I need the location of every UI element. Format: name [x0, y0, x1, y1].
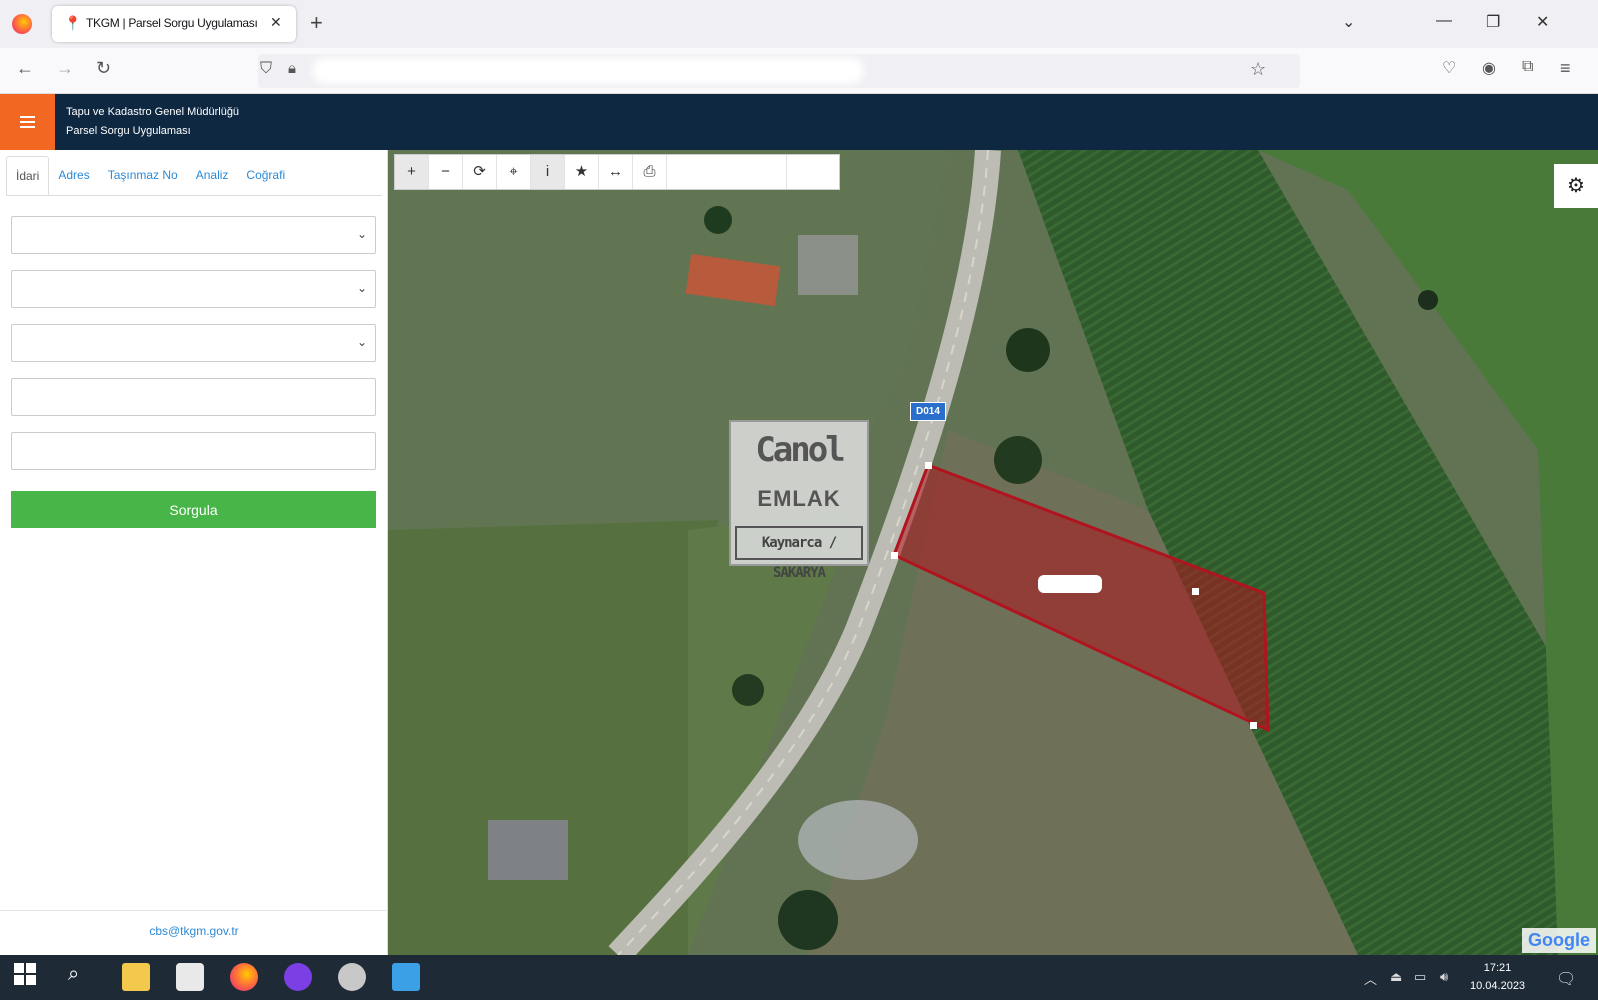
chevron-down-icon: ⌄	[356, 281, 367, 295]
app-taskbar-icon[interactable]	[284, 963, 312, 991]
notification-icon[interactable]: 🗨︎	[1556, 969, 1576, 989]
store-icon[interactable]	[176, 963, 204, 991]
watermark-logo: Canol EMLAK Kaynarca / SAKARYA	[729, 420, 869, 581]
search-icon[interactable]: ⌕	[68, 963, 96, 991]
reload-icon[interactable]: ↻	[96, 58, 111, 79]
firefox-logo-icon[interactable]	[12, 14, 32, 34]
map-pin-icon: 📍	[64, 15, 82, 31]
extensions-icon[interactable]: ⧉	[1522, 58, 1533, 76]
restore-icon[interactable]: ❐	[1486, 12, 1500, 32]
info-icon[interactable]: i	[531, 155, 565, 189]
url-redacted	[318, 64, 858, 78]
url-bar[interactable]: ⛉ 🔒︎ ☆	[258, 54, 1300, 88]
shield-icon[interactable]: ⛉	[260, 60, 272, 78]
settings-gear-icon[interactable]: ⚙	[1554, 164, 1598, 208]
coordinate-field[interactable]	[667, 155, 787, 189]
hamburger-menu-button[interactable]	[0, 94, 55, 150]
firefox-taskbar-icon[interactable]	[230, 963, 258, 991]
chevron-down-icon: ⌄	[356, 227, 367, 241]
bookmark-star-icon[interactable]: ☆	[1250, 59, 1266, 80]
province-select[interactable]: ⌄	[11, 216, 376, 254]
query-sidebar: İdari Adres Taşınmaz No Analiz Coğrafi ⌄…	[0, 150, 388, 955]
tab-close-button[interactable]: ✕	[270, 14, 282, 31]
minimize-icon[interactable]: —	[1436, 12, 1452, 30]
tabs-divider	[6, 195, 382, 196]
print-icon[interactable]: ⎙	[633, 155, 667, 189]
tab-cografi[interactable]: Coğrafi	[237, 156, 294, 196]
browser-tab[interactable]: 📍 TKGM | Parsel Sorgu Uygulaması ✕	[52, 6, 296, 42]
map-toolbar: + − ⟳ ⌖ i ★ ↔ ⎙	[394, 154, 840, 190]
browser-nav-bar: ← → ↻ ⛉ 🔒︎ ☆ ♡ ◉ ⧉ ≡	[0, 48, 1598, 94]
district-select[interactable]: ⌄	[11, 270, 376, 308]
window-taskbar-icon[interactable]	[392, 963, 420, 991]
close-window-icon[interactable]: ✕	[1536, 12, 1549, 32]
globe-taskbar-icon[interactable]	[338, 963, 366, 991]
app-title-line1: Tapu ve Kadastro Genel Müdürlüğü	[66, 106, 240, 118]
tab-adres[interactable]: Adres	[49, 156, 98, 196]
google-logo-text: Google	[1528, 930, 1590, 950]
parcel-no-input[interactable]	[11, 432, 376, 470]
watermark-place-text: Kaynarca / SAKARYA	[735, 526, 863, 581]
app-header: Tapu ve Kadastro Genel Müdürlüğü Parsel …	[0, 94, 1598, 150]
network-icon[interactable]: ▭	[1414, 969, 1426, 985]
satellite-map[interactable]: + − ⟳ ⌖ i ★ ↔ ⎙ ⚙ D014 Canol EMLAK Kayna…	[388, 150, 1598, 955]
satellite-imagery	[388, 150, 1598, 955]
footer-divider	[0, 910, 388, 911]
forward-icon[interactable]: →	[56, 58, 74, 79]
windows-taskbar: ⌕ ︿ ⏏ ▭ 🔊︎ 17:21 10.04.2023 🗨︎	[0, 955, 1598, 1000]
taskbar-clock[interactable]: 17:21 10.04.2023	[1470, 959, 1525, 995]
clock-date: 10.04.2023	[1470, 980, 1526, 992]
app-title: Tapu ve Kadastro Genel Müdürlüğü Parsel …	[66, 103, 239, 141]
app-title-line2: Parsel Sorgu Uygulaması	[66, 125, 191, 137]
watermark-logo-text: Canol	[755, 430, 845, 470]
query-button[interactable]: Sorgula	[11, 491, 376, 528]
browser-tab-strip: 📍 TKGM | Parsel Sorgu Uygulaması ✕ + ⌄ —…	[0, 0, 1598, 48]
tray-chevron-icon[interactable]: ︿	[1364, 969, 1377, 988]
tab-title: TKGM | Parsel Sorgu Uygulaması	[86, 16, 258, 30]
block-no-input[interactable]	[11, 378, 376, 416]
windows-start-icon[interactable]	[14, 963, 42, 991]
chevron-down-icon: ⌄	[356, 335, 367, 349]
zoom-in-icon[interactable]: +	[395, 155, 429, 189]
tab-idari[interactable]: İdari	[6, 156, 50, 196]
lock-icon[interactable]: 🔒︎	[288, 60, 296, 77]
tab-list-chevron-icon[interactable]: ⌄	[1342, 12, 1355, 32]
clock-time: 17:21	[1483, 962, 1512, 974]
measure-icon[interactable]: ↔	[599, 155, 633, 189]
file-explorer-icon[interactable]	[122, 963, 150, 991]
google-attribution: Google	[1522, 928, 1596, 953]
usb-icon[interactable]: ⏏	[1390, 969, 1402, 985]
new-tab-button[interactable]: +	[310, 10, 323, 36]
locate-icon[interactable]: ⌖	[497, 155, 531, 189]
query-tabs: İdari Adres Taşınmaz No Analiz Coğrafi	[6, 156, 294, 196]
contact-email-link[interactable]: cbs@tkgm.gov.tr	[0, 924, 388, 938]
account-icon[interactable]: ◉	[1482, 58, 1496, 78]
tab-tasinmaz-no[interactable]: Taşınmaz No	[99, 156, 187, 196]
menu-icon[interactable]: ≡	[1560, 58, 1571, 79]
neighborhood-select[interactable]: ⌄	[11, 324, 376, 362]
refresh-icon[interactable]: ⟳	[463, 155, 497, 189]
back-icon[interactable]: ←	[16, 58, 34, 79]
tab-analiz[interactable]: Analiz	[187, 156, 238, 196]
road-label: D014	[910, 402, 946, 421]
pocket-icon[interactable]: ♡	[1442, 58, 1456, 78]
watermark-sub-text: EMLAK	[757, 486, 841, 511]
zoom-out-icon[interactable]: −	[429, 155, 463, 189]
bookmark-star-icon[interactable]: ★	[565, 155, 599, 189]
volume-icon[interactable]: 🔊︎	[1440, 969, 1448, 985]
